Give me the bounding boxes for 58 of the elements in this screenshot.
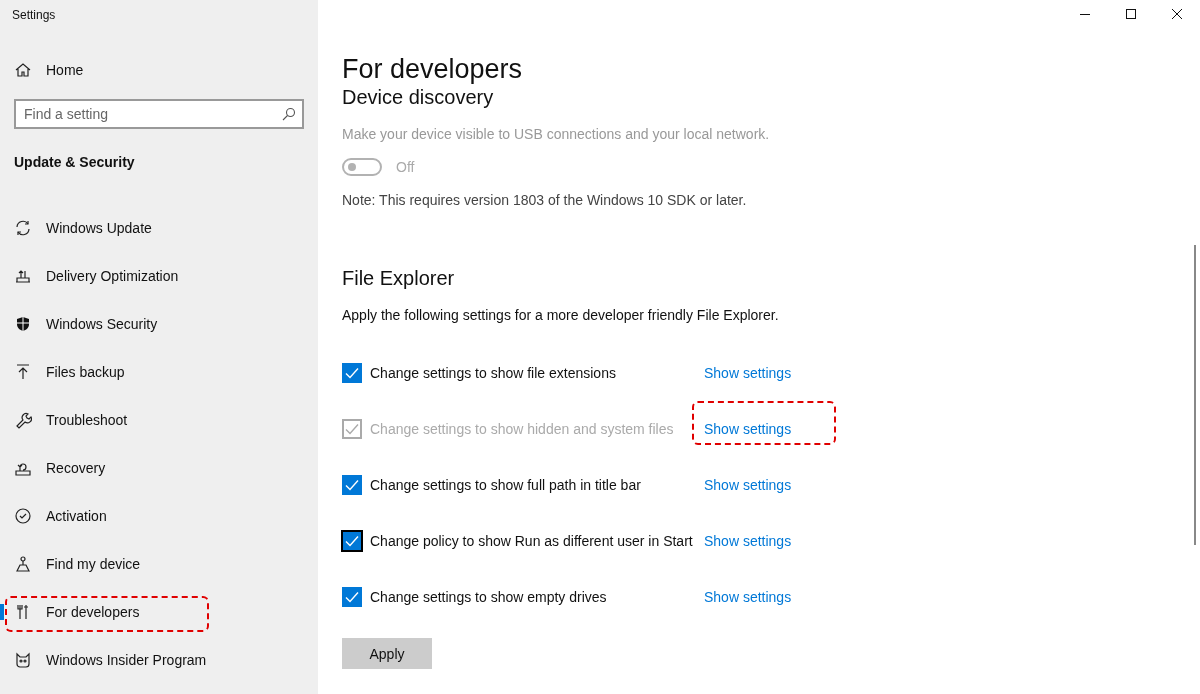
section-description: Make your device visible to USB connections and your local network. (342, 126, 771, 144)
sidebar-item[interactable]: Activation (0, 492, 318, 540)
up-arrow-icon (14, 363, 32, 381)
sidebar-item-label: Find my device (46, 556, 141, 572)
checkbox-label: Change settings to show file extensions (370, 365, 617, 381)
show-settings-link[interactable]: Show settings (704, 533, 792, 549)
sidebar-item[interactable]: Windows Security (0, 300, 318, 348)
search-field[interactable]: Find a setting (14, 99, 304, 129)
sidebar-item[interactable]: Troubleshoot (0, 396, 318, 444)
show-settings-link[interactable]: Show settings (704, 589, 792, 605)
window-title: Settings (11, 7, 57, 24)
sidebar-item[interactable]: Files backup (0, 348, 318, 396)
sidebar-item-label: For developers (46, 604, 140, 620)
checkbox[interactable] (342, 475, 362, 495)
maximize-icon (1125, 8, 1137, 20)
checkbox[interactable] (342, 531, 362, 551)
sidebar-item-label: Activation (46, 508, 107, 524)
wrench-icon (14, 411, 32, 429)
show-settings-link[interactable]: Show settings (704, 365, 792, 381)
sidebar-item[interactable]: For developers (0, 588, 318, 636)
checkbox-label: Change settings to show full path in title bar (370, 477, 642, 493)
sidebar-item[interactable]: Find my device (0, 540, 318, 588)
section-heading: Device discovery (342, 85, 495, 110)
sidebar-item-label: Windows Security (46, 316, 158, 332)
sidebar-item[interactable]: Recovery (0, 444, 318, 492)
sidebar-item[interactable]: Delivery Optimization (0, 252, 318, 300)
scrollbar[interactable] (1194, 245, 1196, 545)
shield-icon (14, 315, 32, 333)
section-heading: File Explorer (342, 266, 456, 291)
search-icon (282, 107, 296, 121)
checkbox-label: Change settings to show empty drives (370, 589, 608, 605)
close-icon (1171, 8, 1183, 20)
toggle-label: Off (396, 159, 415, 175)
show-settings-link[interactable]: Show settings (704, 477, 792, 493)
sidebar-item-label: Delivery Optimization (46, 268, 179, 284)
sidebar-item-label: Recovery (46, 460, 106, 476)
section-description: Apply the following settings for a more developer friendly File Explorer. (342, 307, 780, 325)
section-heading: Update & Security (13, 154, 136, 172)
sidebar-item[interactable]: Windows Update (0, 204, 318, 252)
check-circle-icon (14, 507, 32, 525)
sidebar-item-label: Files backup (46, 364, 125, 380)
home-item[interactable]: Home (0, 52, 318, 88)
checkbox-label: Change policy to show Run as different user in Start (370, 533, 694, 549)
checkbox[interactable] (342, 587, 362, 607)
page-title: For developers (342, 53, 524, 86)
person-pin-icon (14, 555, 32, 573)
sync-icon (14, 219, 32, 237)
cat-icon (14, 651, 32, 669)
sidebar-item-label: Windows Update (46, 220, 152, 236)
home-icon (14, 61, 32, 79)
home-label: Home (46, 62, 84, 78)
checkbox-label: Change settings to show hidden and system files (370, 421, 675, 437)
sidebar-item[interactable]: Windows Insider Program (0, 636, 318, 684)
apply-button[interactable]: Apply (342, 638, 432, 669)
checkbox[interactable] (342, 363, 362, 383)
sidebar-item-label: Windows Insider Program (46, 652, 207, 668)
note-text: Note: This requires version 1803 of the Windows 10 SDK or later. (342, 192, 748, 210)
sidebar-item-label: Troubleshoot (46, 412, 128, 428)
